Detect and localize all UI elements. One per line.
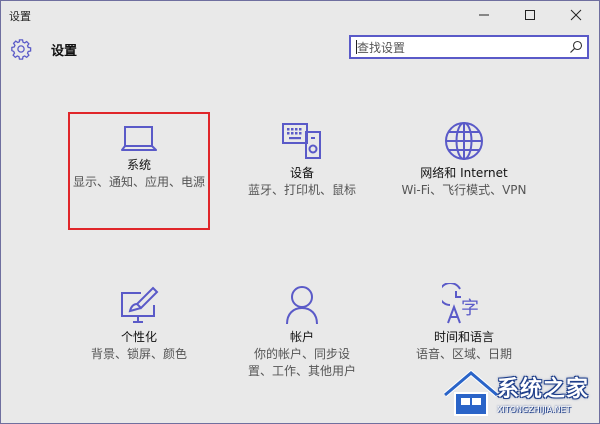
person-icon <box>286 286 318 325</box>
settings-header: 设置 <box>1 29 599 69</box>
tile-accounts-label: 帐户 <box>289 330 314 344</box>
tile-devices-description: 蓝牙、打印机、鼠标 <box>247 183 356 197</box>
tile-accounts-description: 你的帐户、同步设置、工作、其他用户 <box>247 347 356 378</box>
tile-time-language[interactable]: 字 时间和语言 语音、区域、日期 <box>394 283 534 363</box>
settings-window: 设置 设置 查找设置 系统 显示、通知、应用、电源 设备 蓝牙、打印机、鼠标 网… <box>0 0 600 424</box>
tile-time-language-description: 语音、区域、日期 <box>415 347 512 361</box>
tile-network-label: 网络和 Internet <box>420 166 508 180</box>
house-logo-icon <box>443 369 499 416</box>
close-icon <box>570 9 582 21</box>
svg-text:字: 字 <box>461 298 479 319</box>
tile-devices[interactable]: 设备 蓝牙、打印机、鼠标 <box>232 119 372 199</box>
tile-personalization-description: 背景、锁屏、颜色 <box>90 347 187 361</box>
watermark-text: 系统之家 <box>497 377 590 402</box>
title-bar: 设置 <box>1 1 599 29</box>
devices-icon <box>282 123 321 159</box>
gear-icon <box>11 39 32 60</box>
tile-network[interactable]: 网络和 Internet Wi-Fi、飞行模式、VPN <box>394 119 534 199</box>
tile-time-language-label: 时间和语言 <box>433 330 494 344</box>
globe-icon <box>445 122 483 160</box>
page-title: 设置 <box>51 44 78 59</box>
personalization-icon <box>121 286 159 323</box>
minimize-button[interactable] <box>461 1 507 29</box>
time-language-icon: 字 <box>442 283 479 324</box>
window-title: 设置 <box>9 10 31 23</box>
tile-network-description: Wi-Fi、飞行模式、VPN <box>401 183 527 197</box>
tile-personalization[interactable]: 个性化 背景、锁屏、颜色 <box>69 283 209 363</box>
watermark-logo: 系统之家 XITONGZHIJIA.NET <box>437 363 599 423</box>
maximize-button[interactable] <box>507 1 553 29</box>
tile-personalization-label: 个性化 <box>120 330 157 344</box>
tile-accounts[interactable]: 帐户 你的帐户、同步设置、工作、其他用户 <box>232 283 372 380</box>
minimize-icon <box>479 14 489 16</box>
highlight-box <box>68 112 210 230</box>
close-button[interactable] <box>553 1 599 29</box>
watermark-subtext: XITONGZHIJIA.NET <box>497 405 571 414</box>
search-icon[interactable] <box>569 40 583 54</box>
search-box[interactable] <box>349 35 589 59</box>
search-input[interactable] <box>357 39 557 57</box>
maximize-icon <box>525 10 535 20</box>
tile-devices-label: 设备 <box>289 166 314 180</box>
